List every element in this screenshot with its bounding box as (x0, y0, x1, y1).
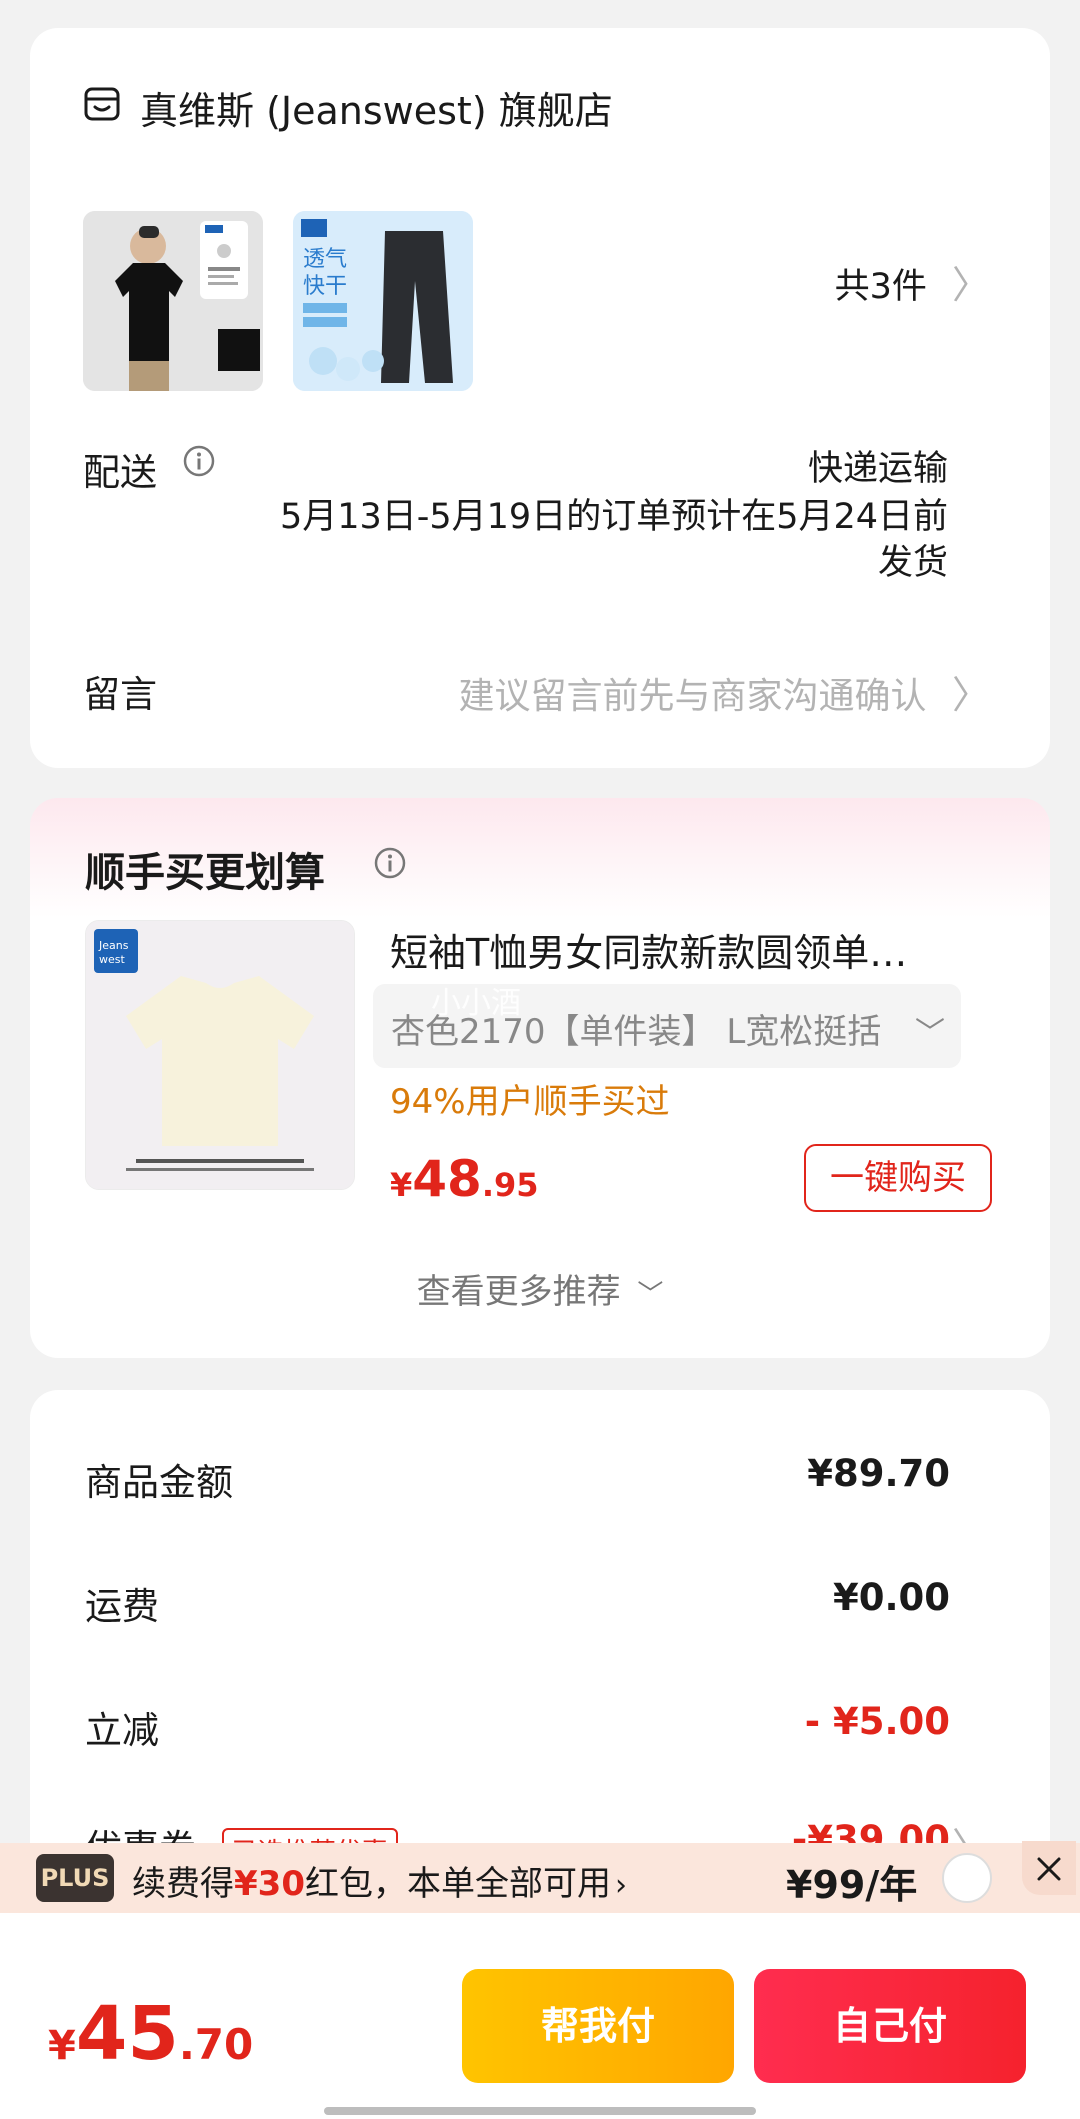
product-thumbnail[interactable]: 透气 快干 (293, 211, 473, 391)
summary-row-goods: 商品金额 ¥89.70 (85, 1452, 950, 1506)
view-more-recommend[interactable]: 查看更多推荐 ﹀ (30, 1264, 1050, 1313)
chevron-right-icon: 〉 (951, 263, 990, 307)
price-symbol: ¥ (390, 1166, 413, 1204)
item-count: 共3件 (834, 267, 927, 307)
order-total: ¥45.70 (48, 1991, 253, 2077)
one-click-buy-button[interactable]: 一键购买 (804, 1144, 992, 1212)
social-proof: 94%用户顺手买过 (390, 1082, 670, 1122)
price-decimal: .95 (481, 1166, 539, 1204)
chevron-down-icon: ﹀ (915, 1016, 945, 1051)
home-indicator (324, 2107, 756, 2115)
delivery-label: 配送 (83, 451, 157, 494)
summary-label: 立减 (85, 1709, 159, 1752)
one-click-buy-label: 一键购买 (830, 1158, 966, 1198)
close-banner-button[interactable] (1022, 1841, 1076, 1895)
recommend-title: 顺手买更划算 (85, 850, 325, 896)
store-name[interactable]: 真维斯 (Jeanswest) 旗舰店 (140, 80, 613, 135)
summary-value: ¥0.00 (832, 1576, 950, 1619)
delivery-eta-line: 发货 (877, 543, 948, 583)
store-icon (83, 85, 121, 123)
plus-text-after: 红包，本单全部可用 (304, 1864, 611, 1904)
svg-text:快干: 快干 (303, 274, 347, 299)
summary-label: 运费 (85, 1585, 159, 1628)
plus-banner-text: 续费得¥30红包，本单全部可用 › (132, 1856, 627, 1905)
svg-text:透气: 透气 (303, 247, 347, 272)
summary-row-discount: 立减 - ¥5.00 (85, 1700, 950, 1754)
plus-text-before: 续费得 (132, 1864, 234, 1904)
recommend-product-title[interactable]: 短袖T恤男女同款新款圆领单… (390, 922, 907, 977)
view-more-label: 查看更多推荐 (416, 1272, 621, 1312)
self-pay-button[interactable]: 自己付 (754, 1969, 1026, 2083)
chevron-right-icon: 〉 (951, 673, 990, 717)
svg-text:west: west (99, 953, 125, 966)
plus-amount: ¥30 (234, 1864, 305, 1904)
info-icon[interactable] (182, 444, 216, 478)
message-placeholder: 建议留言前先与商家沟通确认 (458, 676, 927, 717)
plus-select-radio[interactable] (942, 1853, 992, 1903)
plus-badge: PLUS (36, 1854, 114, 1902)
item-count-link[interactable]: 共3件 〉 (835, 254, 990, 309)
price-summary-card: 商品金额 ¥89.70 运费 ¥0.00 立减 - ¥5.00 优惠券 已选推荐… (30, 1390, 1050, 1870)
help-pay-label: 帮我付 (540, 2004, 655, 2048)
chevron-right-icon: › (614, 1868, 627, 1903)
message-input[interactable]: 建议留言前先与商家沟通确认 〉 (459, 664, 990, 719)
chevron-down-icon: ﹀ (637, 1280, 664, 1310)
svg-text:Jeans: Jeans (98, 939, 129, 952)
watermark: 小小酒 (431, 986, 521, 1021)
recommend-price: ¥48.95 (390, 1150, 539, 1208)
recommend-card: 顺手买更划算 Jeans west 短袖T恤男女同款新款圆领单… 杏色2170【… (30, 798, 1050, 1358)
plus-badge-label: PLUS (40, 1864, 110, 1892)
total-symbol: ¥ (48, 2023, 76, 2069)
summary-value: ¥89.70 (807, 1452, 950, 1495)
message-label: 留言 (83, 673, 157, 716)
summary-value: - ¥5.00 (804, 1700, 950, 1743)
delivery-eta-line: 5月13日-5月19日的订单预计在5月24日前 (279, 497, 948, 537)
total-integer: 45 (75, 1991, 179, 2077)
help-pay-button[interactable]: 帮我付 (462, 1969, 734, 2083)
delivery-eta: 5月13日-5月19日的订单预计在5月24日前 发货 (280, 494, 948, 586)
product-thumbnail[interactable] (83, 211, 263, 391)
recommend-product-image[interactable]: Jeans west (85, 920, 355, 1190)
bottom-bar: ¥45.70 帮我付 自己付 (0, 1913, 1080, 2119)
store-card: 真维斯 (Jeanswest) 旗舰店 透气 快干 共3件 〉 配送 快递运输 … (30, 28, 1050, 768)
info-icon[interactable] (373, 846, 407, 880)
delivery-method: 快递运输 (807, 449, 948, 489)
self-pay-label: 自己付 (832, 2004, 947, 2048)
summary-label: 商品金额 (85, 1461, 233, 1504)
sku-selector[interactable]: 杏色2170【单件装】 L宽松挺括 ﹀ 小小酒 (373, 984, 961, 1068)
close-icon (1037, 1857, 1061, 1880)
plus-banner[interactable]: PLUS 续费得¥30红包，本单全部可用 › ¥99/年 (0, 1841, 1080, 1913)
plus-price: ¥99/年 (786, 1863, 918, 1907)
summary-row-shipping: 运费 ¥0.00 (85, 1576, 950, 1630)
price-integer: 48 (412, 1150, 482, 1208)
total-decimal: .70 (178, 2020, 254, 2069)
